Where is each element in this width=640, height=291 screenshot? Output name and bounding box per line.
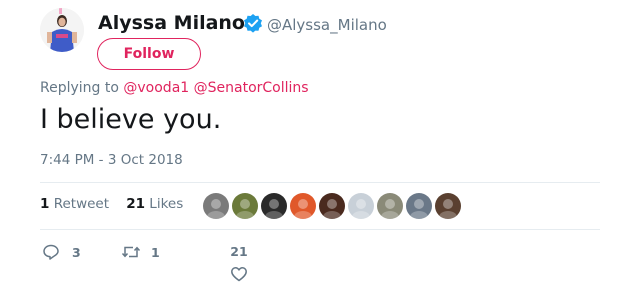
liker-avatar-1-icon[interactable] [203,193,229,219]
retweet-stat-label: Retweet [53,196,110,212]
author-avatar[interactable] [40,8,84,52]
replying-to-label: Replying to [40,80,119,96]
reply-action[interactable]: 3 [42,243,81,261]
heart-icon [231,267,247,282]
liker-avatar-8-icon[interactable] [406,193,432,219]
mention-link-senatorcollins[interactable]: @SenatorCollins [194,80,309,96]
replying-to-line: Replying to @vooda1 @SenatorCollins [40,80,309,96]
liker-avatar-4-icon[interactable] [290,193,316,219]
tweet-timestamp[interactable]: 7:44 PM - 3 Oct 2018 [40,152,183,168]
reply-icon [43,244,59,260]
likes-stat-count: 21 [126,196,145,212]
mention-link-vooda1[interactable]: @vooda1 [123,80,189,96]
profile-photo-icon [40,8,84,52]
verified-badge-icon [243,13,263,33]
liker-avatar-2-icon[interactable] [232,193,258,219]
tweet-stats: 1 Retweet 21 Likes [40,196,183,212]
follow-button[interactable]: Follow [97,38,201,70]
liker-avatar-3-icon[interactable] [261,193,287,219]
retweet-action[interactable]: 1 [121,243,160,261]
likes-stat[interactable]: 21 Likes [126,196,183,212]
liker-avatars [203,193,464,219]
retweet-stat[interactable]: 1 Retweet [40,196,109,212]
likes-stat-label: Likes [149,196,184,212]
divider [40,182,600,183]
liker-avatar-7-icon[interactable] [377,193,403,219]
like-action[interactable]: 21 [230,244,248,283]
retweet-icon [121,246,141,258]
liker-avatar-5-icon[interactable] [319,193,345,219]
author-display-name[interactable]: Alyssa Milano [98,12,245,34]
reply-count: 3 [72,244,81,260]
retweet-count: 1 [151,244,160,260]
retweet-stat-count: 1 [40,196,50,212]
tweet-text: I believe you. [40,104,222,135]
liker-avatar-6-icon[interactable] [348,193,374,219]
like-count: 21 [230,244,248,259]
liker-avatar-9-icon[interactable] [435,193,461,219]
divider [40,229,600,230]
author-handle[interactable]: @Alyssa_Milano [267,16,387,34]
